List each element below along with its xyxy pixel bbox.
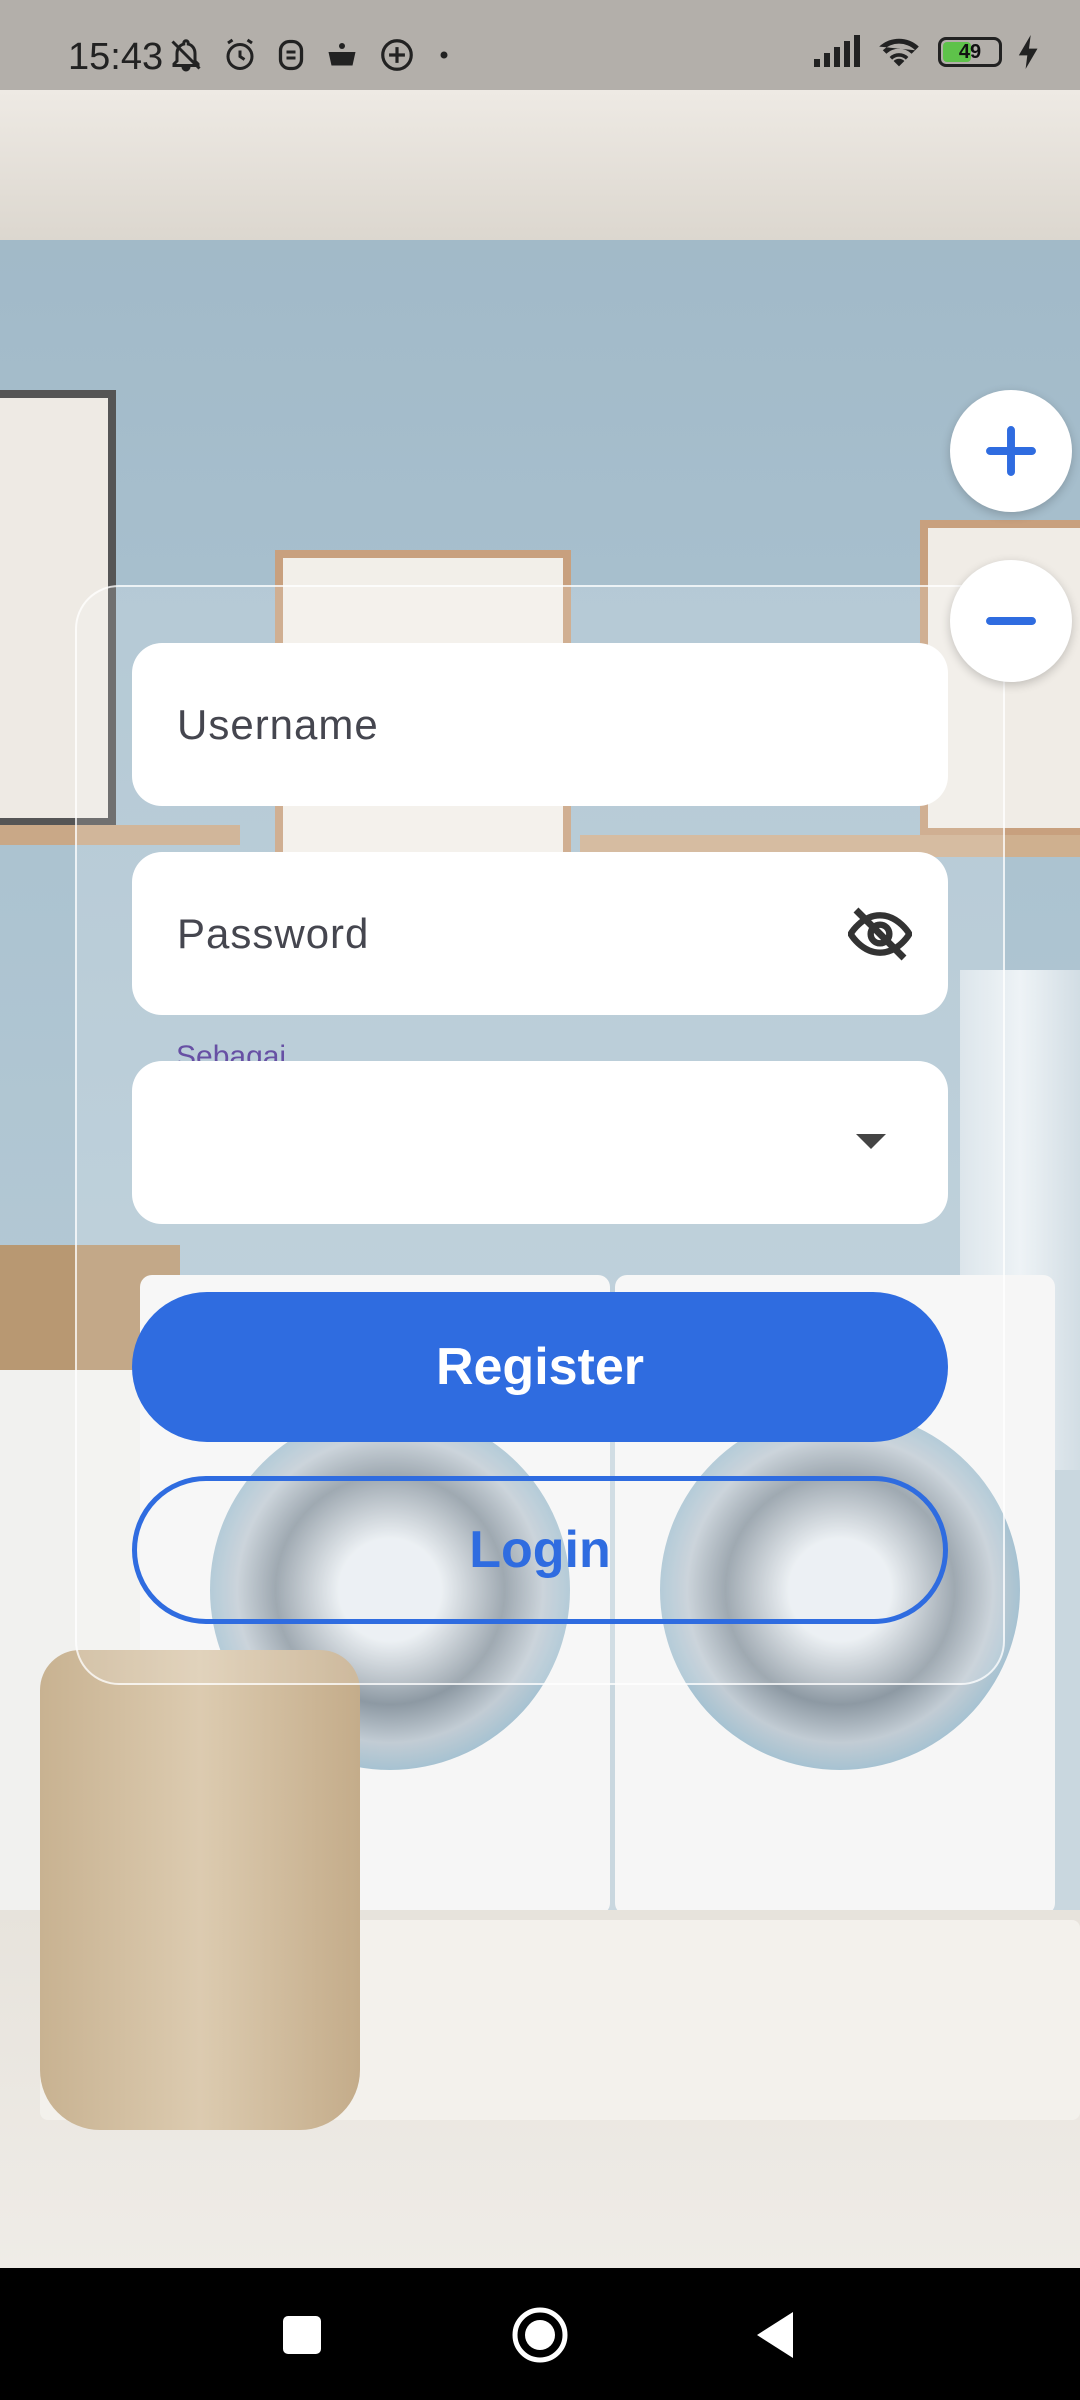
notification-icons: [168, 36, 454, 74]
username-field[interactable]: Username: [132, 643, 948, 806]
username-placeholder: Username: [177, 701, 379, 748]
charging-icon: [1018, 35, 1038, 69]
home-icon[interactable]: [510, 2305, 570, 2365]
battery-icon: 49: [938, 37, 1002, 67]
zoom-out-button[interactable]: [950, 560, 1072, 682]
visibility-off-icon[interactable]: [848, 902, 912, 966]
password-placeholder: Password: [177, 910, 370, 957]
battery-level: 49: [958, 41, 982, 63]
dropdown-arrow-icon: [856, 1134, 886, 1149]
status-time: 15:43: [68, 36, 164, 78]
recent-apps-icon[interactable]: [283, 2316, 321, 2354]
bell-off-icon: [171, 39, 201, 72]
login-button[interactable]: Login: [132, 1476, 948, 1624]
signal-icon: [814, 35, 860, 67]
system-icons: 49: [812, 34, 1040, 70]
scene-laundry-basket: [40, 1650, 360, 2130]
status-bar: 15:43 49: [0, 0, 1080, 90]
password-field[interactable]: Password: [132, 852, 948, 1015]
alarm-icon: [226, 38, 254, 70]
dot-icon: [440, 51, 448, 59]
app-icon: [278, 39, 304, 71]
back-icon[interactable]: [755, 2310, 795, 2360]
pot-icon: [328, 43, 356, 66]
scene-ceiling: [0, 90, 1080, 240]
minus-icon: [986, 617, 1036, 625]
role-dropdown[interactable]: [132, 1061, 948, 1224]
zoom-in-button[interactable]: [950, 390, 1072, 512]
add-circle-icon: [381, 39, 413, 71]
plus-icon: [986, 426, 1036, 476]
wifi-icon: [879, 38, 919, 67]
register-button[interactable]: Register: [132, 1292, 948, 1442]
